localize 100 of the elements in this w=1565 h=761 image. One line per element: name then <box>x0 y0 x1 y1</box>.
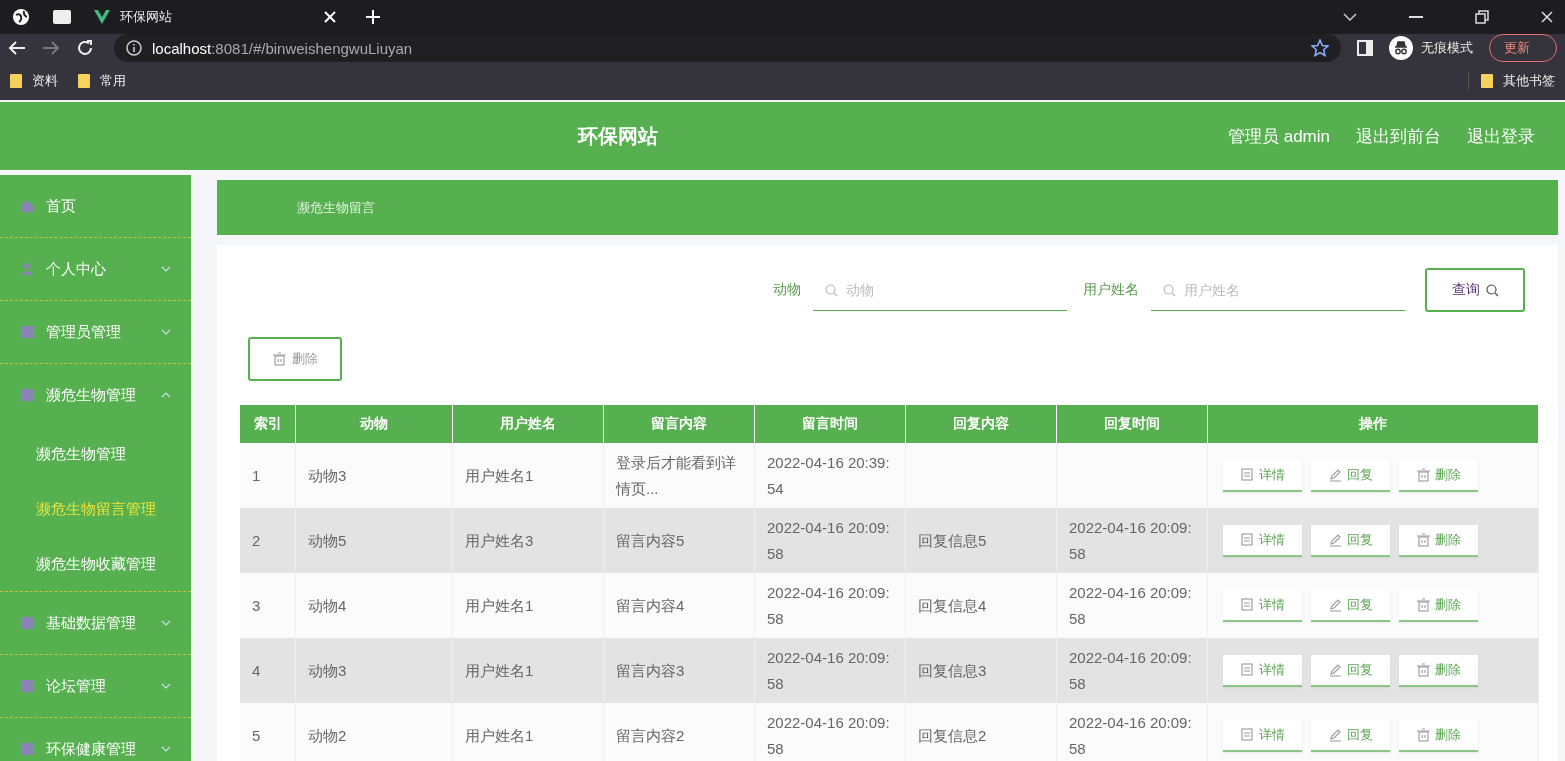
sidebar-item[interactable]: 首页 <box>0 175 191 237</box>
search-icon <box>1163 284 1176 297</box>
close-icon <box>324 11 336 23</box>
sidebar-item[interactable]: 个人中心 <box>0 238 191 300</box>
doc-icon <box>1240 597 1254 612</box>
back-arrow-icon <box>8 40 26 56</box>
update-button[interactable]: 更新 <box>1489 34 1557 62</box>
reply-button[interactable]: 回复 <box>1311 524 1390 557</box>
table-cell: 动物5 <box>308 531 347 549</box>
table-cell: 留言内容5 <box>616 531 685 549</box>
table-cell: 2022-04-16 20:09:58 <box>767 713 890 757</box>
table-cell: 用户姓名3 <box>465 531 534 549</box>
reply-button[interactable]: 回复 <box>1311 589 1390 622</box>
bookmark-item[interactable]: 其他书签 <box>1468 72 1555 90</box>
delete-button[interactable]: 删除 <box>248 337 342 381</box>
bookmark-item[interactable]: 常用 <box>78 72 126 90</box>
delete-button[interactable]: 删除 <box>1399 589 1478 622</box>
doc-icon <box>1240 727 1254 742</box>
table-cell: 回复信息2 <box>918 726 987 744</box>
url-text: localhost:8081/#/binweishengwuLiuyan <box>152 39 413 57</box>
globe-icon <box>12 8 30 26</box>
column-header: 动物 <box>295 405 453 443</box>
table-cell: 2022-04-16 20:09:58 <box>767 518 890 562</box>
doc-icon <box>1240 532 1254 547</box>
table-cell: 用户姓名1 <box>465 596 534 614</box>
table-cell: 动物3 <box>308 466 347 484</box>
table-cell: 2022-04-16 20:09:58 <box>1069 713 1192 757</box>
site-title: 环保网站 <box>576 123 659 149</box>
chevron-down-icon <box>161 683 171 689</box>
trash-icon <box>1416 597 1430 612</box>
detail-button[interactable]: 详情 <box>1223 459 1302 492</box>
table-cell: 2 <box>252 531 261 549</box>
sidebar-item[interactable]: 基础数据管理 <box>0 592 191 654</box>
side-panel-icon <box>1357 40 1373 56</box>
table-cell: 回复信息3 <box>918 661 987 679</box>
trash-icon <box>1416 727 1430 742</box>
column-header: 用户姓名 <box>452 405 604 443</box>
table-cell: 动物3 <box>308 661 347 679</box>
restore-icon <box>1475 10 1489 24</box>
incognito-button[interactable]: 无痕模式 <box>1389 36 1473 60</box>
sidebar-item[interactable]: 环保健康管理 <box>0 718 191 761</box>
window-icon <box>52 9 72 25</box>
search-field[interactable]: 用户姓名 <box>1151 269 1405 311</box>
plus-icon <box>366 10 380 24</box>
column-header: 回复内容 <box>905 405 1057 443</box>
search-field[interactable]: 动物 <box>813 269 1067 311</box>
pencil-icon <box>1328 532 1342 547</box>
detail-button[interactable]: 详情 <box>1223 654 1302 687</box>
pencil-icon <box>1328 467 1342 482</box>
person-icon <box>20 262 34 276</box>
header-link[interactable]: 退出到前台 <box>1356 124 1441 148</box>
submenu-item[interactable]: 濒危生物留言管理 <box>0 481 191 536</box>
user-label: 管理员 admin <box>1227 125 1330 148</box>
detail-button[interactable]: 详情 <box>1223 589 1302 622</box>
chevron-down-icon <box>161 329 171 335</box>
pencil-icon <box>1328 597 1342 612</box>
delete-button[interactable]: 删除 <box>1399 524 1478 557</box>
reply-button[interactable]: 回复 <box>1311 719 1390 752</box>
trash-icon <box>1416 532 1430 547</box>
chevron-down-icon <box>161 266 171 272</box>
detail-button[interactable]: 详情 <box>1223 719 1302 752</box>
field-label: 动物 <box>773 281 801 299</box>
sidebar-item[interactable]: 论坛管理 <box>0 655 191 717</box>
column-header: 留言内容 <box>603 405 755 443</box>
sidebar-item[interactable]: 管理员管理 <box>0 301 191 363</box>
square-icon <box>20 616 34 630</box>
close-icon <box>1541 11 1553 23</box>
header-link[interactable]: 退出登录 <box>1467 124 1535 148</box>
delete-button[interactable]: 删除 <box>1399 719 1478 752</box>
trash-icon <box>272 352 286 366</box>
table-cell: 2022-04-16 20:39:54 <box>767 453 890 497</box>
table-cell: 2022-04-16 20:09:58 <box>1069 648 1192 692</box>
square-icon <box>20 325 34 339</box>
submenu-item[interactable]: 濒危生物收藏管理 <box>0 536 191 591</box>
square-icon <box>20 742 34 756</box>
table-cell: 4 <box>252 661 261 679</box>
search-icon <box>825 284 838 297</box>
sidebar-item[interactable]: 濒危生物管理 <box>0 364 191 426</box>
column-header: 回复时间 <box>1056 405 1208 443</box>
table-cell: 回复信息4 <box>918 596 987 614</box>
reply-button[interactable]: 回复 <box>1311 459 1390 492</box>
table-cell: 留言内容3 <box>616 661 685 679</box>
search-button[interactable]: 查询 <box>1425 268 1525 312</box>
reply-button[interactable]: 回复 <box>1311 654 1390 687</box>
search-icon <box>1485 283 1499 297</box>
field-label: 用户姓名 <box>1083 281 1139 299</box>
delete-button[interactable]: 删除 <box>1399 459 1478 492</box>
table-cell: 回复信息5 <box>918 531 987 549</box>
submenu-item[interactable]: 濒危生物管理 <box>0 426 191 481</box>
table-cell: 2022-04-16 20:09:58 <box>1069 583 1192 627</box>
table-cell: 1 <box>252 466 261 484</box>
detail-button[interactable]: 详情 <box>1223 524 1302 557</box>
chevron-down-icon <box>161 620 171 626</box>
address-bar[interactable]: localhost:8081/#/binweishengwuLiuyan <box>114 34 1341 62</box>
delete-button[interactable]: 删除 <box>1399 654 1478 687</box>
column-header: 索引 <box>240 405 296 443</box>
reload-icon <box>76 39 94 57</box>
table-cell: 登录后才能看到详情页... <box>616 453 736 497</box>
bookmark-item[interactable]: 资料 <box>10 72 58 90</box>
table-cell: 用户姓名1 <box>465 661 534 679</box>
